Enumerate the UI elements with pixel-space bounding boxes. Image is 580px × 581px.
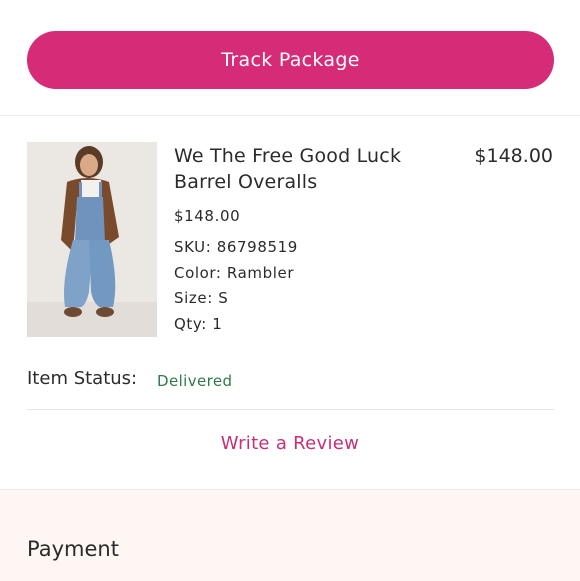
section-divider <box>0 115 580 116</box>
product-sku: SKU: 86798519 <box>174 238 298 256</box>
product-photo-illustration <box>27 142 157 337</box>
write-review-link[interactable]: Write a Review <box>0 433 580 454</box>
product-title[interactable]: We The Free Good Luck Barrel Overalls <box>174 143 439 195</box>
track-package-section: Track Package <box>0 0 580 115</box>
item-status-value: Delivered <box>157 372 233 390</box>
product-qty: Qty: 1 <box>174 315 223 333</box>
product-color: Color: Rambler <box>174 264 295 282</box>
section-divider <box>27 409 554 410</box>
track-package-button[interactable]: Track Package <box>27 31 554 89</box>
payment-heading: Payment <box>27 537 119 561</box>
item-status-label: Item Status: <box>27 368 138 389</box>
unit-price: $148.00 <box>174 207 241 225</box>
product-size: Size: S <box>174 289 229 307</box>
line-total-price: $148.00 <box>474 145 553 167</box>
payment-section: Payment <box>0 489 580 581</box>
product-image[interactable] <box>27 142 157 337</box>
